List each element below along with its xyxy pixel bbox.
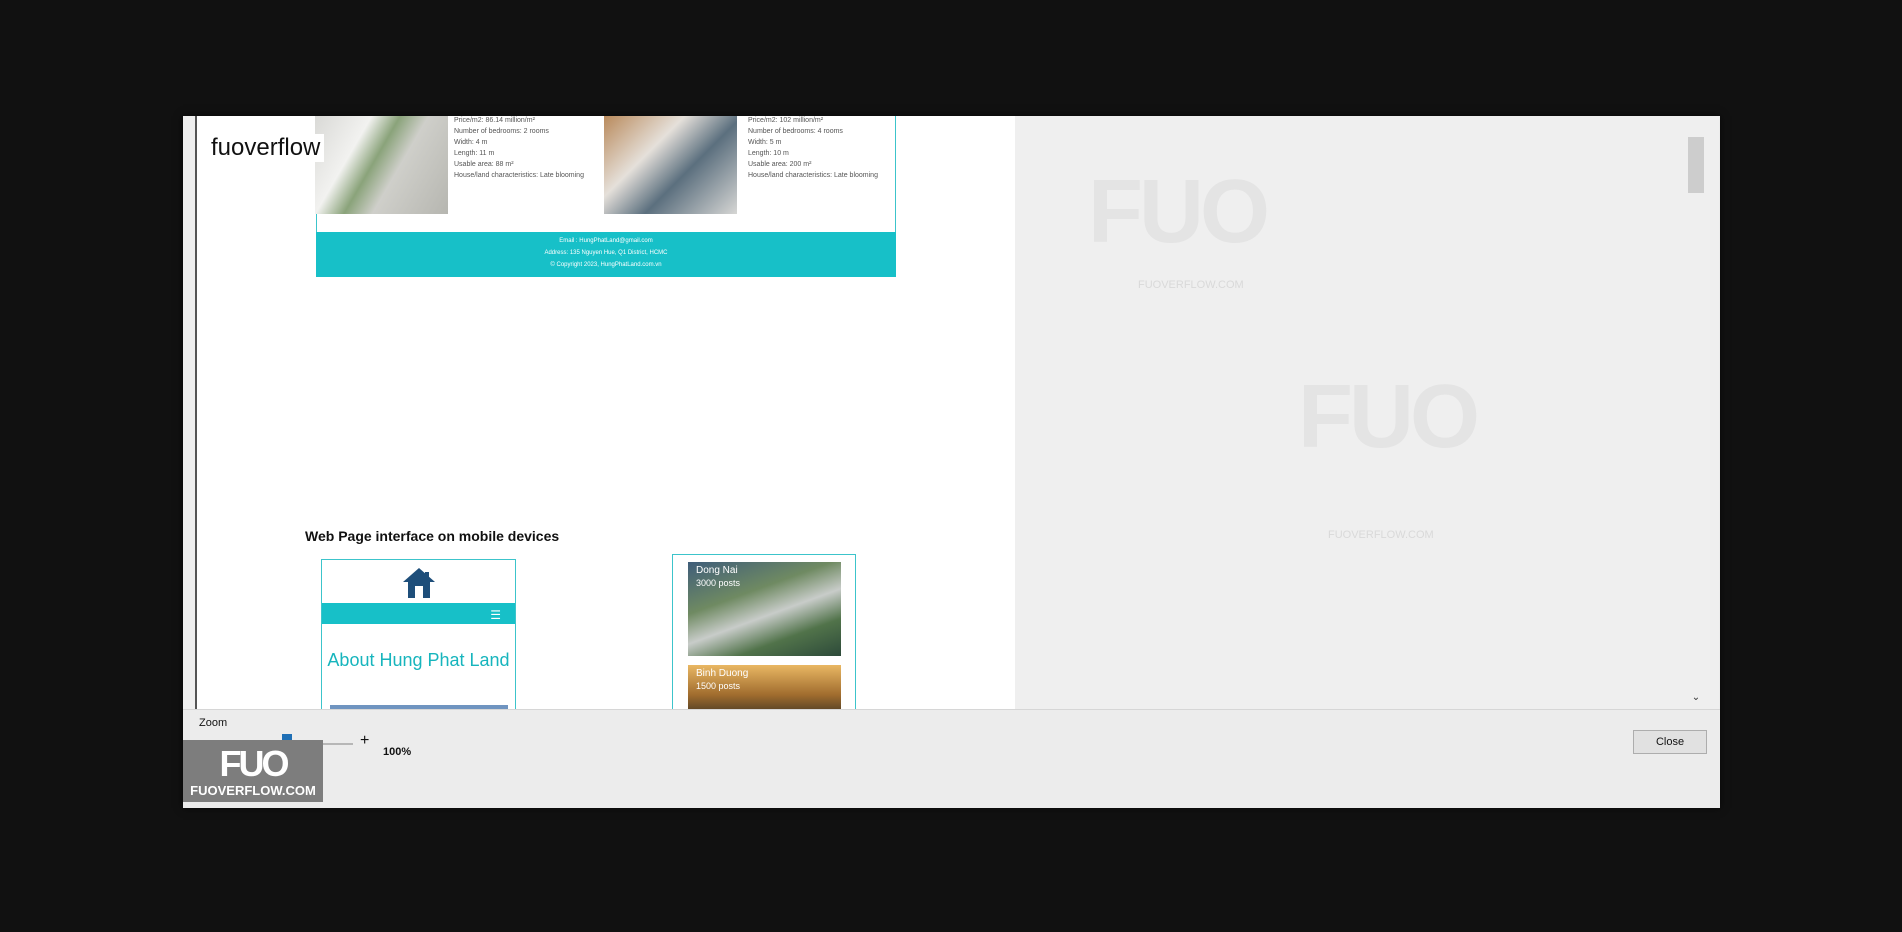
image-viewer-dialog: Price/m2: 86.14 million/m² Number of bed… bbox=[183, 116, 1720, 808]
location-tile: Binh Duong 1500 posts bbox=[688, 665, 841, 709]
location-posts: 3000 posts bbox=[696, 578, 741, 588]
property-width: Width: 4 m bbox=[454, 139, 488, 146]
location-posts: 1500 posts bbox=[696, 681, 741, 691]
zoom-label: Zoom bbox=[199, 717, 228, 729]
property-details: Price/m2: 102 million/m² Number of bedro… bbox=[748, 116, 878, 181]
property-price: Price/m2: 102 million/m² bbox=[748, 117, 824, 124]
close-button[interactable]: Close bbox=[1633, 730, 1707, 754]
site-footer: Email : HungPhatLand@gmail.com Address: … bbox=[316, 232, 896, 277]
watermark-logo: FUO bbox=[1298, 367, 1480, 467]
about-heading: About Hung Phat Land bbox=[327, 650, 510, 670]
mobile-mockup-locations: Dong Nai 3000 posts Binh Duong 1500 post… bbox=[672, 554, 856, 709]
location-tile: Dong Nai 3000 posts bbox=[688, 562, 841, 656]
watermark-text: FUOVERFLOW.COM bbox=[1328, 529, 1434, 541]
document-page: Price/m2: 86.14 million/m² Number of bed… bbox=[195, 116, 1015, 709]
watermark-logo: FUO bbox=[1088, 162, 1270, 262]
property-photo bbox=[604, 116, 737, 214]
property-details: Price/m2: 86.14 million/m² Number of bed… bbox=[454, 116, 584, 181]
property-length: Length: 11 m bbox=[454, 150, 495, 157]
vertical-scrollbar[interactable] bbox=[1685, 116, 1719, 709]
location-name: Binh Duong bbox=[696, 668, 749, 679]
zoom-value: 100% bbox=[383, 746, 412, 758]
hamburger-menu-icon: ☰ bbox=[490, 608, 501, 622]
house-logo-icon bbox=[403, 568, 435, 598]
location-name: Dong Nai bbox=[696, 565, 738, 576]
property-usable-area: Usable area: 88 m² bbox=[454, 161, 514, 168]
brand-badge: FUO FUOVERFLOW.COM bbox=[183, 740, 323, 802]
property-bedrooms: Number of bedrooms: 2 rooms bbox=[454, 128, 549, 135]
property-length: Length: 10 m bbox=[748, 150, 789, 157]
footer-copyright: © Copyright 2023, HungPhatLand.com.vn bbox=[550, 262, 662, 268]
badge-logo: FUO bbox=[219, 743, 290, 784]
footer-email: Email : HungPhatLand@gmail.com bbox=[559, 238, 653, 244]
badge-url: FUOVERFLOW.COM bbox=[190, 783, 316, 798]
scrollbar-thumb[interactable] bbox=[1688, 137, 1704, 193]
property-photo bbox=[315, 116, 448, 214]
zoom-toolbar: Zoom - + 100% Close FUO FUOVERFLOW.COM bbox=[183, 709, 1720, 808]
property-card: Price/m2: 86.14 million/m² Number of bed… bbox=[315, 116, 605, 216]
zoom-in-button[interactable]: + bbox=[360, 732, 369, 750]
site-label: fuoverflow bbox=[207, 134, 325, 162]
property-width: Width: 5 m bbox=[748, 139, 782, 146]
property-card: Price/m2: 102 million/m² Number of bedro… bbox=[604, 116, 904, 216]
property-bedrooms: Number of bedrooms: 4 rooms bbox=[748, 128, 843, 135]
document-viewport[interactable]: Price/m2: 86.14 million/m² Number of bed… bbox=[183, 116, 1719, 709]
watermark-text: FUOVERFLOW.COM bbox=[1138, 279, 1244, 291]
mobile-navbar: ☰ bbox=[322, 603, 515, 624]
property-characteristics: House/land characteristics: Late bloomin… bbox=[748, 172, 878, 179]
property-price: Price/m2: 86.14 million/m² bbox=[454, 117, 535, 124]
footer-address: Address: 135 Nguyen Hue, Q1 District, HC… bbox=[544, 250, 668, 256]
scroll-down-arrow-icon[interactable]: ⌄ bbox=[1688, 691, 1704, 705]
mobile-mockup-about: ☰ About Hung Phat Land bbox=[321, 559, 516, 709]
property-characteristics: House/land characteristics: Late bloomin… bbox=[454, 172, 584, 179]
property-usable-area: Usable area: 200 m² bbox=[748, 161, 812, 168]
section-title: Web Page interface on mobile devices bbox=[305, 528, 560, 544]
